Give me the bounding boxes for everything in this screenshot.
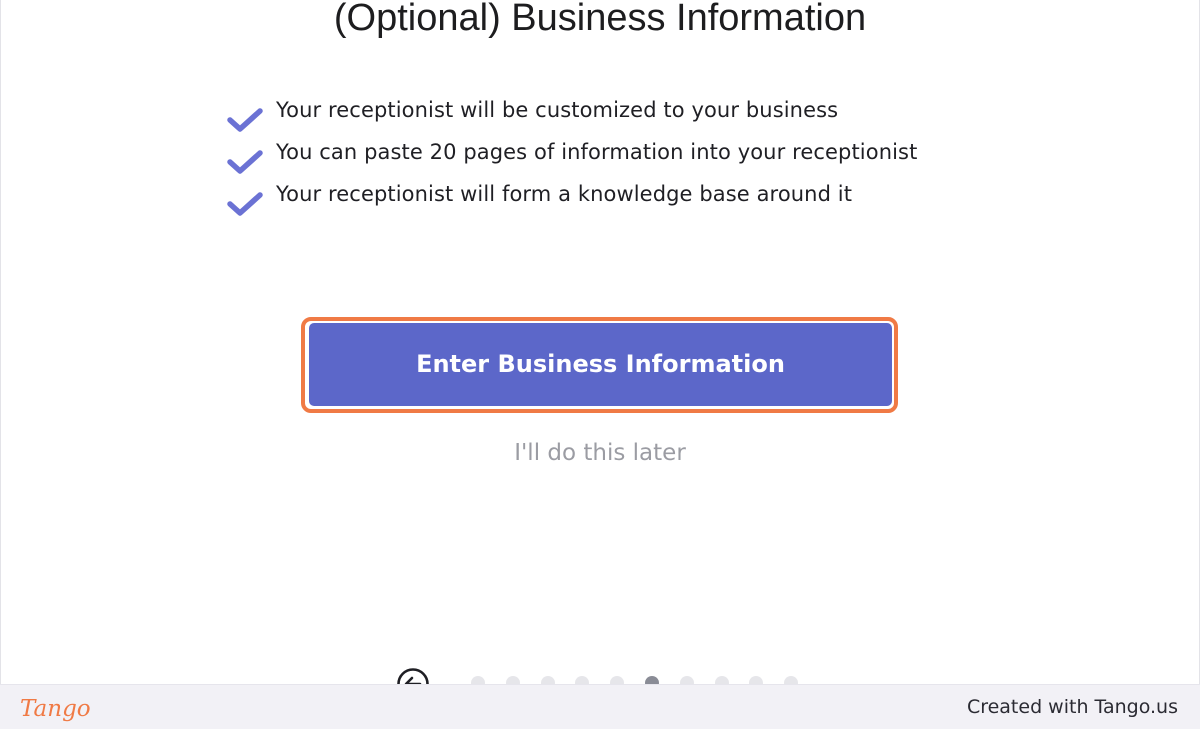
page-title: (Optional) Business Information: [333, 0, 867, 39]
benefit-text: Your receptionist will form a knowledge …: [276, 182, 853, 206]
footer-credit: Created with Tango.us: [966, 696, 1178, 718]
check-icon: [227, 108, 263, 132]
screenshot-frame: (Optional) Business Information Your rec…: [0, 0, 1200, 729]
benefit-text: Your receptionist will be customized to …: [276, 98, 839, 122]
enter-business-information-button[interactable]: Enter Business Information: [309, 323, 892, 406]
benefit-text: You can paste 20 pages of information in…: [276, 140, 918, 164]
check-icon: [227, 192, 263, 216]
svg-text:Tango: Tango: [20, 696, 91, 722]
tango-logo: Tango: [20, 696, 91, 722]
left-border: [0, 0, 1, 684]
do-this-later-link[interactable]: I'll do this later: [0, 436, 1200, 470]
check-icon: [227, 150, 263, 174]
footer-bar: Tango Created with Tango.us: [0, 684, 1200, 729]
